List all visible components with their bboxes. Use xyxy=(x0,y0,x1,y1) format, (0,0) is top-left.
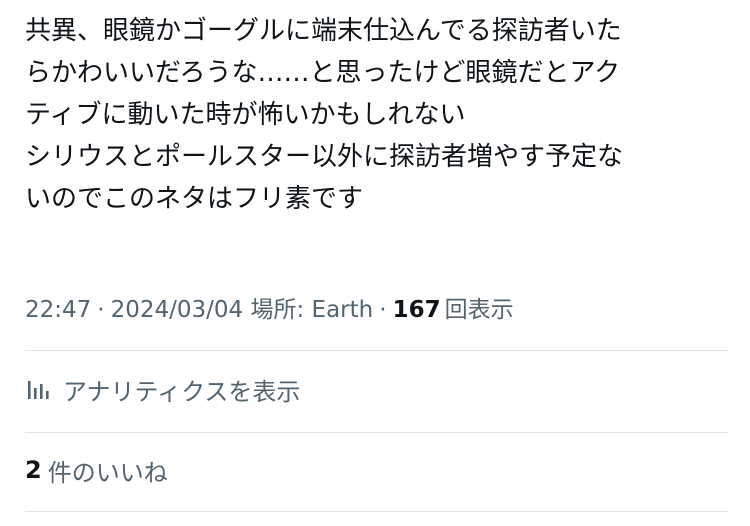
view-analytics-button[interactable]: アナリティクスを表示 xyxy=(25,369,300,409)
post-text-line: シリウスとポールスター以外に探訪者増やす予定な xyxy=(25,142,624,172)
post-time[interactable]: 22:47 xyxy=(25,297,91,323)
divider xyxy=(25,432,728,433)
likes-link[interactable]: 2 件のいいね xyxy=(25,450,168,490)
analytics-label: アナリティクスを表示 xyxy=(63,377,301,406)
post-location: 場所: Earth xyxy=(250,297,374,323)
post-text-line: 共異、眼鏡かゴーグルに端末仕込んでる探訪者いた xyxy=(25,16,622,46)
post-text-line: いのでこのネタはフリ素です xyxy=(25,184,364,214)
likes-count: 2 xyxy=(25,456,42,484)
post-text-line: ティブに動いた時が怖いかもしれない xyxy=(25,100,466,130)
divider xyxy=(25,511,728,512)
meta-separator: · xyxy=(97,297,105,323)
meta-separator: · xyxy=(379,297,387,323)
post-text: 共異、眼鏡かゴーグルに端末仕込んでる探訪者いた らかわいいだろうな……と思ったけ… xyxy=(25,10,730,220)
likes-label: 件のいいね xyxy=(47,458,168,487)
post-date[interactable]: 2024/03/04 xyxy=(111,297,244,323)
bar-chart-icon xyxy=(25,376,51,402)
post-text-line: らかわいいだろうな……と思ったけど眼鏡だとアク xyxy=(25,58,621,88)
divider xyxy=(25,350,728,351)
views-label: 回表示 xyxy=(444,297,514,323)
post-meta: 22:47 · 2024/03/04 場所: Earth · 167 回表示 xyxy=(25,292,514,328)
views-count: 167 xyxy=(392,297,441,323)
